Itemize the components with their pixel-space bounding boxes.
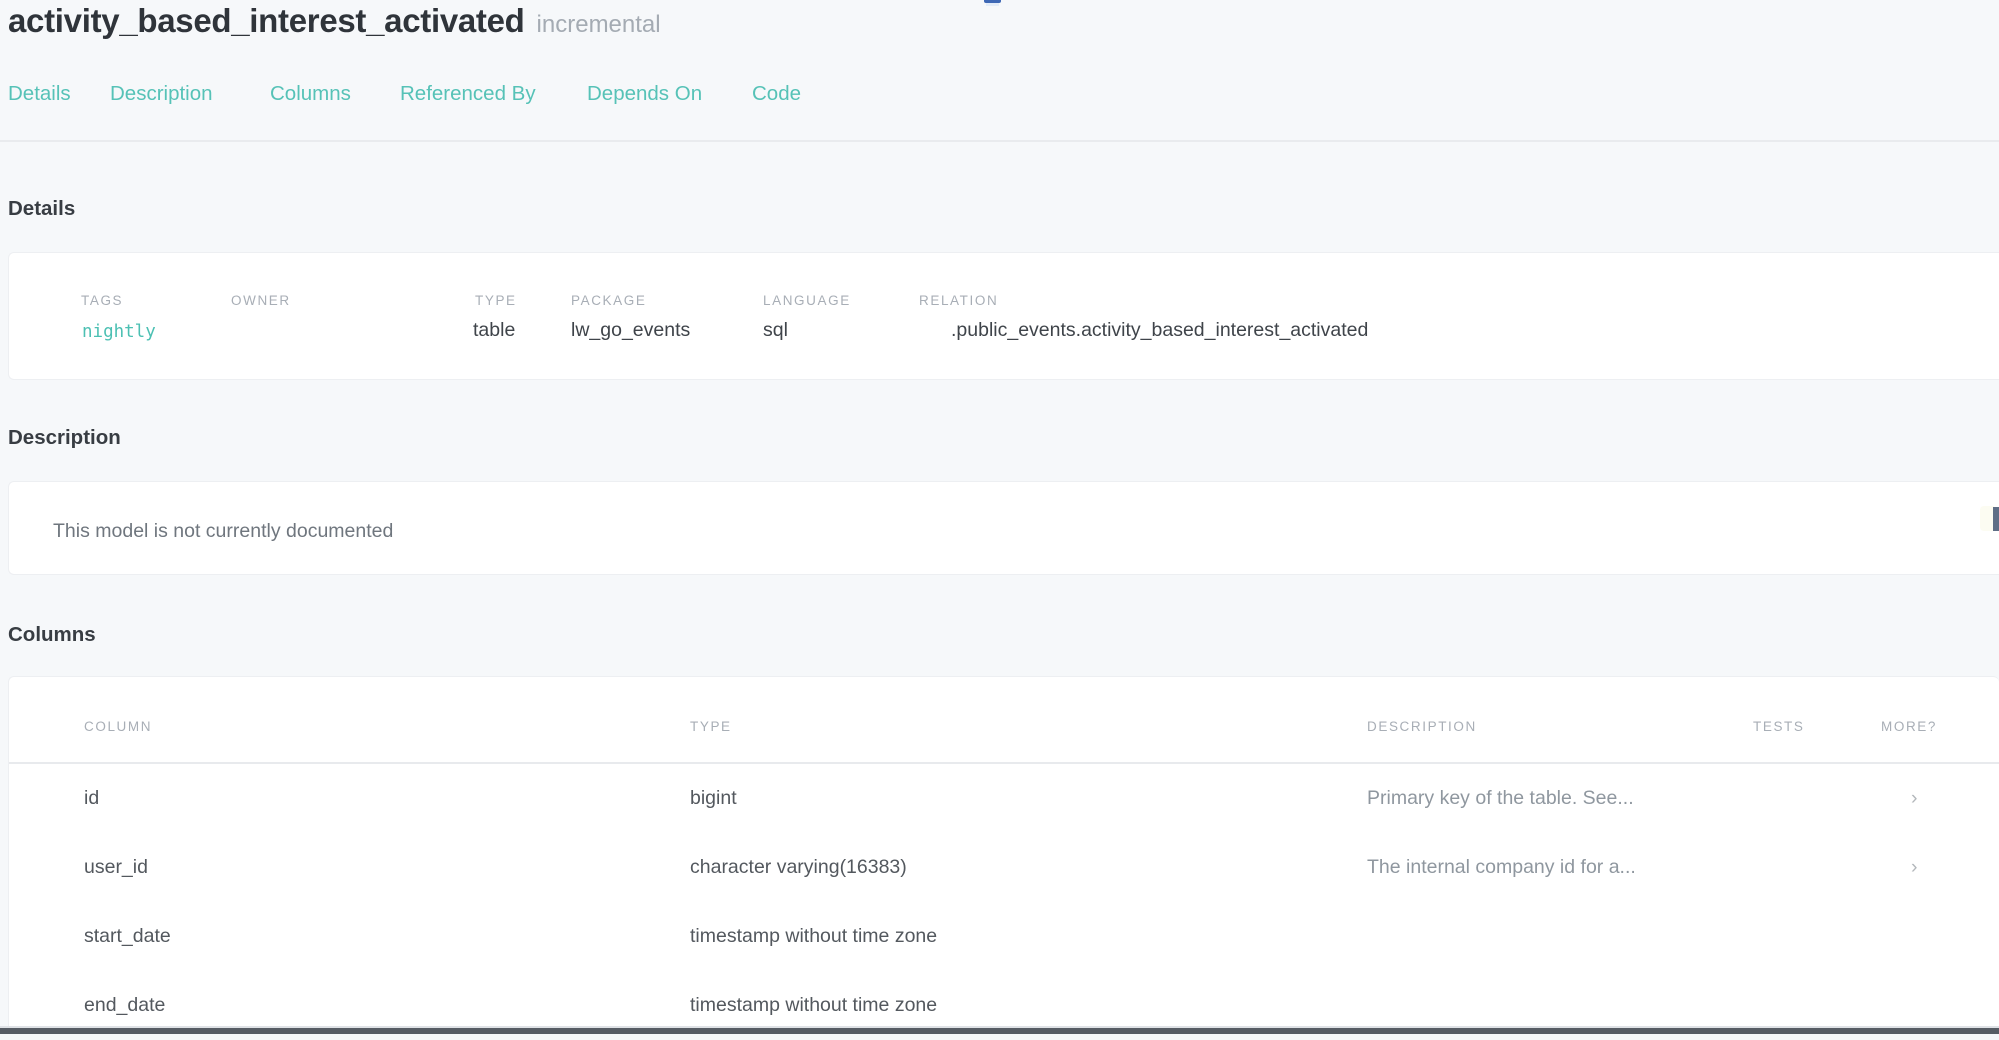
nav-link-referenced-by[interactable]: Referenced By	[400, 82, 536, 106]
relation-label: RELATION	[919, 293, 998, 308]
language-label: LANGUAGE	[763, 293, 851, 308]
section-anchor-nav: Details Description Columns Referenced B…	[0, 82, 1999, 110]
header-type: TYPE	[690, 719, 732, 734]
column-type: timestamp without time zone	[690, 994, 937, 1017]
language-value: sql	[763, 319, 788, 342]
package-label: PACKAGE	[571, 293, 646, 308]
column-name: end_date	[84, 994, 165, 1017]
clipped-edge-element	[1980, 506, 1994, 531]
columns-table: COLUMN TYPE DESCRIPTION TESTS MORE? id b…	[9, 677, 1999, 1027]
description-placeholder-text: This model is not currently documented	[53, 520, 393, 543]
column-name: start_date	[84, 925, 171, 948]
columns-section-heading: Columns	[8, 623, 96, 647]
column-type: character varying(16383)	[690, 856, 907, 879]
description-card: This model is not currently documented	[8, 481, 1999, 575]
relation-value: .public_events.activity_based_interest_a…	[951, 319, 1368, 342]
owner-label: OWNER	[231, 293, 291, 308]
nav-link-depends-on[interactable]: Depends On	[587, 82, 702, 106]
table-row[interactable]: id bigint Primary key of the table. See.…	[9, 764, 1999, 833]
type-value: table	[473, 319, 515, 342]
column-name: user_id	[84, 856, 148, 879]
page-title: activity_based_interest_activated increme…	[8, 2, 661, 40]
chevron-right-icon[interactable]: ›	[1911, 856, 1918, 879]
tag-link-nightly[interactable]: nightly	[82, 322, 156, 342]
tags-label: TAGS	[81, 293, 123, 308]
nav-link-code[interactable]: Code	[752, 82, 801, 106]
column-name: id	[84, 787, 99, 810]
columns-table-header: COLUMN TYPE DESCRIPTION TESTS MORE?	[9, 677, 1999, 764]
type-label: TYPE	[475, 293, 517, 308]
details-section-heading: Details	[8, 197, 75, 221]
nav-link-columns[interactable]: Columns	[270, 82, 351, 106]
columns-card: COLUMN TYPE DESCRIPTION TESTS MORE? id b…	[8, 676, 1999, 1028]
header-column: COLUMN	[84, 719, 152, 734]
details-card: TAGS OWNER TYPE PACKAGE LANGUAGE RELATIO…	[8, 252, 1999, 380]
header-divider	[0, 140, 1999, 142]
table-row[interactable]: start_date timestamp without time zone	[9, 902, 1999, 971]
column-description: Primary key of the table. See...	[1367, 787, 1634, 810]
column-type: timestamp without time zone	[690, 925, 937, 948]
window-bottom-edge	[0, 1028, 1999, 1034]
clipped-edge-element-bar[interactable]	[1993, 507, 1999, 531]
materialization-badge: incremental	[537, 11, 661, 38]
clipped-browser-element-glow	[986, 3, 999, 6]
package-value: lw_go_events	[571, 319, 690, 342]
header-more: MORE?	[1881, 719, 1937, 734]
column-type: bigint	[690, 787, 737, 810]
header-tests: TESTS	[1753, 719, 1805, 734]
chevron-right-icon[interactable]: ›	[1911, 787, 1918, 810]
model-detail-page: activity_based_interest_activated increme…	[0, 0, 1999, 1034]
nav-link-description[interactable]: Description	[110, 82, 213, 106]
table-row[interactable]: user_id character varying(16383) The int…	[9, 833, 1999, 902]
nav-link-details[interactable]: Details	[8, 82, 71, 106]
header-description: DESCRIPTION	[1367, 719, 1477, 734]
model-name: activity_based_interest_activated	[8, 2, 525, 39]
column-description: The internal company id for a...	[1367, 856, 1636, 879]
description-section-heading: Description	[8, 426, 121, 450]
